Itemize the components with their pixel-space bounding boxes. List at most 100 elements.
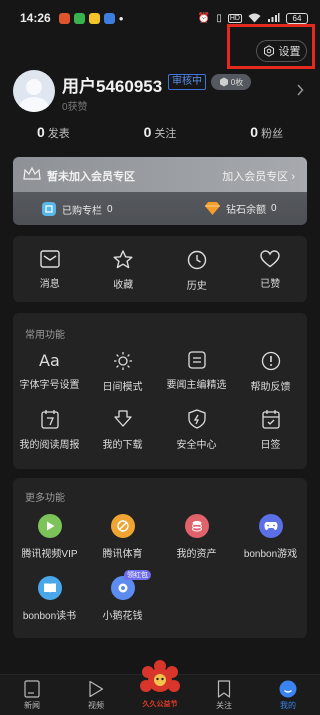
highlight-box	[227, 24, 315, 69]
common-functions-card: 常用功能 Aa 字体字号设置 日间模式 要闻主编精选 帮助反馈 我的阅读周报 我…	[13, 313, 307, 469]
grid-label: 日间模式	[102, 382, 143, 393]
day-mode[interactable]: 日间模式	[86, 351, 159, 393]
grid-label: 字体字号设置	[19, 380, 80, 391]
stat-posts[interactable]: 0 发表	[0, 124, 107, 144]
red-packet-tag: 领红包	[124, 570, 151, 580]
tab-video[interactable]: 视频	[64, 675, 128, 715]
diamond-value: 0	[271, 203, 277, 214]
follow-tab-icon	[217, 680, 231, 698]
reading-weekly-report[interactable]: 我的阅读周报	[13, 409, 86, 451]
heart-icon	[260, 250, 280, 268]
quick-liked[interactable]: 已赞	[234, 236, 308, 302]
crown-icon	[23, 167, 41, 180]
more-functions-card: 更多功能 腾讯视频VIP 腾讯体育 我的资产 bonbon游戏 bonbon读书	[13, 478, 307, 638]
join-vip-label: 加入会员专区	[222, 171, 289, 183]
stat-following[interactable]: 0 关注	[107, 124, 214, 144]
stat-value: 0	[36, 124, 45, 140]
tencent-sports[interactable]: 腾讯体育	[86, 514, 159, 560]
quick-label: 已赞	[260, 279, 281, 290]
grid-label: 我的下载	[102, 440, 143, 451]
security-center[interactable]: 安全中心	[160, 409, 233, 451]
quick-history[interactable]: 历史	[160, 236, 234, 302]
diamond-icon	[205, 202, 220, 215]
chevron-right-icon[interactable]	[296, 84, 304, 96]
grid-label: bonbon读书	[22, 611, 77, 622]
editor-icon	[187, 351, 206, 369]
grid-label: 小鹅花钱	[102, 611, 143, 622]
purchased-column-icon	[42, 202, 56, 216]
tab-profile[interactable]: 我的	[256, 675, 320, 715]
download-icon	[113, 410, 132, 427]
quick-label: 消息	[39, 279, 60, 290]
purchased-columns[interactable]: 已购专栏 0	[41, 201, 113, 217]
notification-app-icon	[73, 12, 85, 24]
my-assets[interactable]: 我的资产	[160, 514, 233, 560]
avatar[interactable]	[13, 70, 55, 112]
quick-favorites[interactable]: 收藏	[87, 236, 161, 302]
quick-label: 收藏	[113, 280, 134, 291]
diamond-label: 钻石余额	[226, 205, 266, 216]
goose-spend[interactable]: 领红包 小鹅花钱	[86, 570, 159, 622]
level-badge[interactable]: 0枚	[211, 74, 251, 90]
daily-sign-icon	[261, 410, 280, 429]
stat-label: 关注	[154, 128, 177, 140]
level-hexagon-icon	[219, 77, 228, 87]
vip-status: 暂未加入会员专区	[47, 171, 135, 183]
book-icon	[37, 576, 62, 600]
purchased-value: 0	[107, 203, 113, 215]
clock-icon	[187, 250, 206, 270]
news-tab-icon	[24, 680, 40, 698]
bonbon-reading[interactable]: bonbon读书	[13, 576, 86, 622]
font-size-settings[interactable]: Aa 字体字号设置	[13, 351, 86, 391]
stat-value: 0	[250, 124, 259, 140]
notification-app-icon	[88, 12, 100, 24]
font-icon: Aa	[39, 351, 60, 369]
shield-icon	[187, 409, 206, 429]
tencent-video-vip[interactable]: 腾讯视频VIP	[13, 514, 86, 560]
help-feedback[interactable]: 帮助反馈	[234, 351, 307, 393]
video-tab-icon	[89, 680, 104, 698]
quick-actions-card: 消息 收藏 历史 已赞	[13, 236, 307, 302]
purchased-label: 已购专栏	[62, 205, 102, 217]
stat-value: 0	[143, 124, 152, 140]
tab-label: 新闻	[24, 701, 40, 710]
sports-icon	[110, 514, 135, 538]
vibrate-icon: ▯	[216, 12, 222, 24]
charity-festival-tab[interactable]: 久久公益节	[134, 658, 186, 714]
charity-festival-label: 久久公益节	[142, 701, 178, 708]
join-vip-link[interactable]: 加入会员专区 ›	[222, 168, 295, 184]
message-icon	[40, 250, 60, 268]
tab-label: 我的	[280, 701, 296, 710]
notification-app-icon	[103, 12, 115, 24]
stat-followers[interactable]: 0 粉丝	[213, 124, 320, 144]
tab-follow[interactable]: 关注	[192, 675, 256, 715]
bonbon-games[interactable]: bonbon游戏	[234, 514, 307, 560]
tab-news[interactable]: 新闻	[0, 675, 64, 715]
editor-picks[interactable]: 要闻主编精选	[160, 351, 233, 391]
stat-label: 粉丝	[261, 128, 284, 140]
daily-sign[interactable]: 日签	[234, 409, 307, 451]
calendar-7-icon	[40, 410, 59, 429]
charity-festival-icon	[140, 660, 180, 692]
stats-row: 0 发表 0 关注 0 粉丝	[0, 124, 320, 144]
vip-card[interactable]: 暂未加入会员专区 加入会员专区 › 已购专栏 0 钻石余额 0	[13, 157, 307, 225]
svg-text:Aa: Aa	[39, 351, 60, 369]
level-label: 0枚	[230, 77, 244, 87]
my-downloads[interactable]: 我的下载	[86, 409, 159, 451]
tab-label: 视频	[88, 701, 104, 710]
assets-icon	[184, 514, 209, 538]
wifi-icon	[248, 13, 261, 23]
grid-label: 我的阅读周报	[19, 440, 80, 451]
quick-messages[interactable]: 消息	[13, 236, 87, 302]
signal-icon	[268, 13, 280, 22]
star-icon	[113, 250, 133, 269]
grid-label: 帮助反馈	[250, 382, 291, 393]
diamond-balance[interactable]: 钻石余额 0	[204, 201, 277, 216]
default-avatar-icon	[19, 79, 49, 112]
username[interactable]: 用户5460953	[62, 72, 162, 97]
grid-label: 要闻主编精选	[166, 380, 227, 391]
quick-label: 历史	[186, 281, 207, 292]
stat-label: 发表	[47, 128, 70, 140]
grid-label: 安全中心	[176, 440, 217, 451]
notification-app-icon	[58, 12, 70, 24]
